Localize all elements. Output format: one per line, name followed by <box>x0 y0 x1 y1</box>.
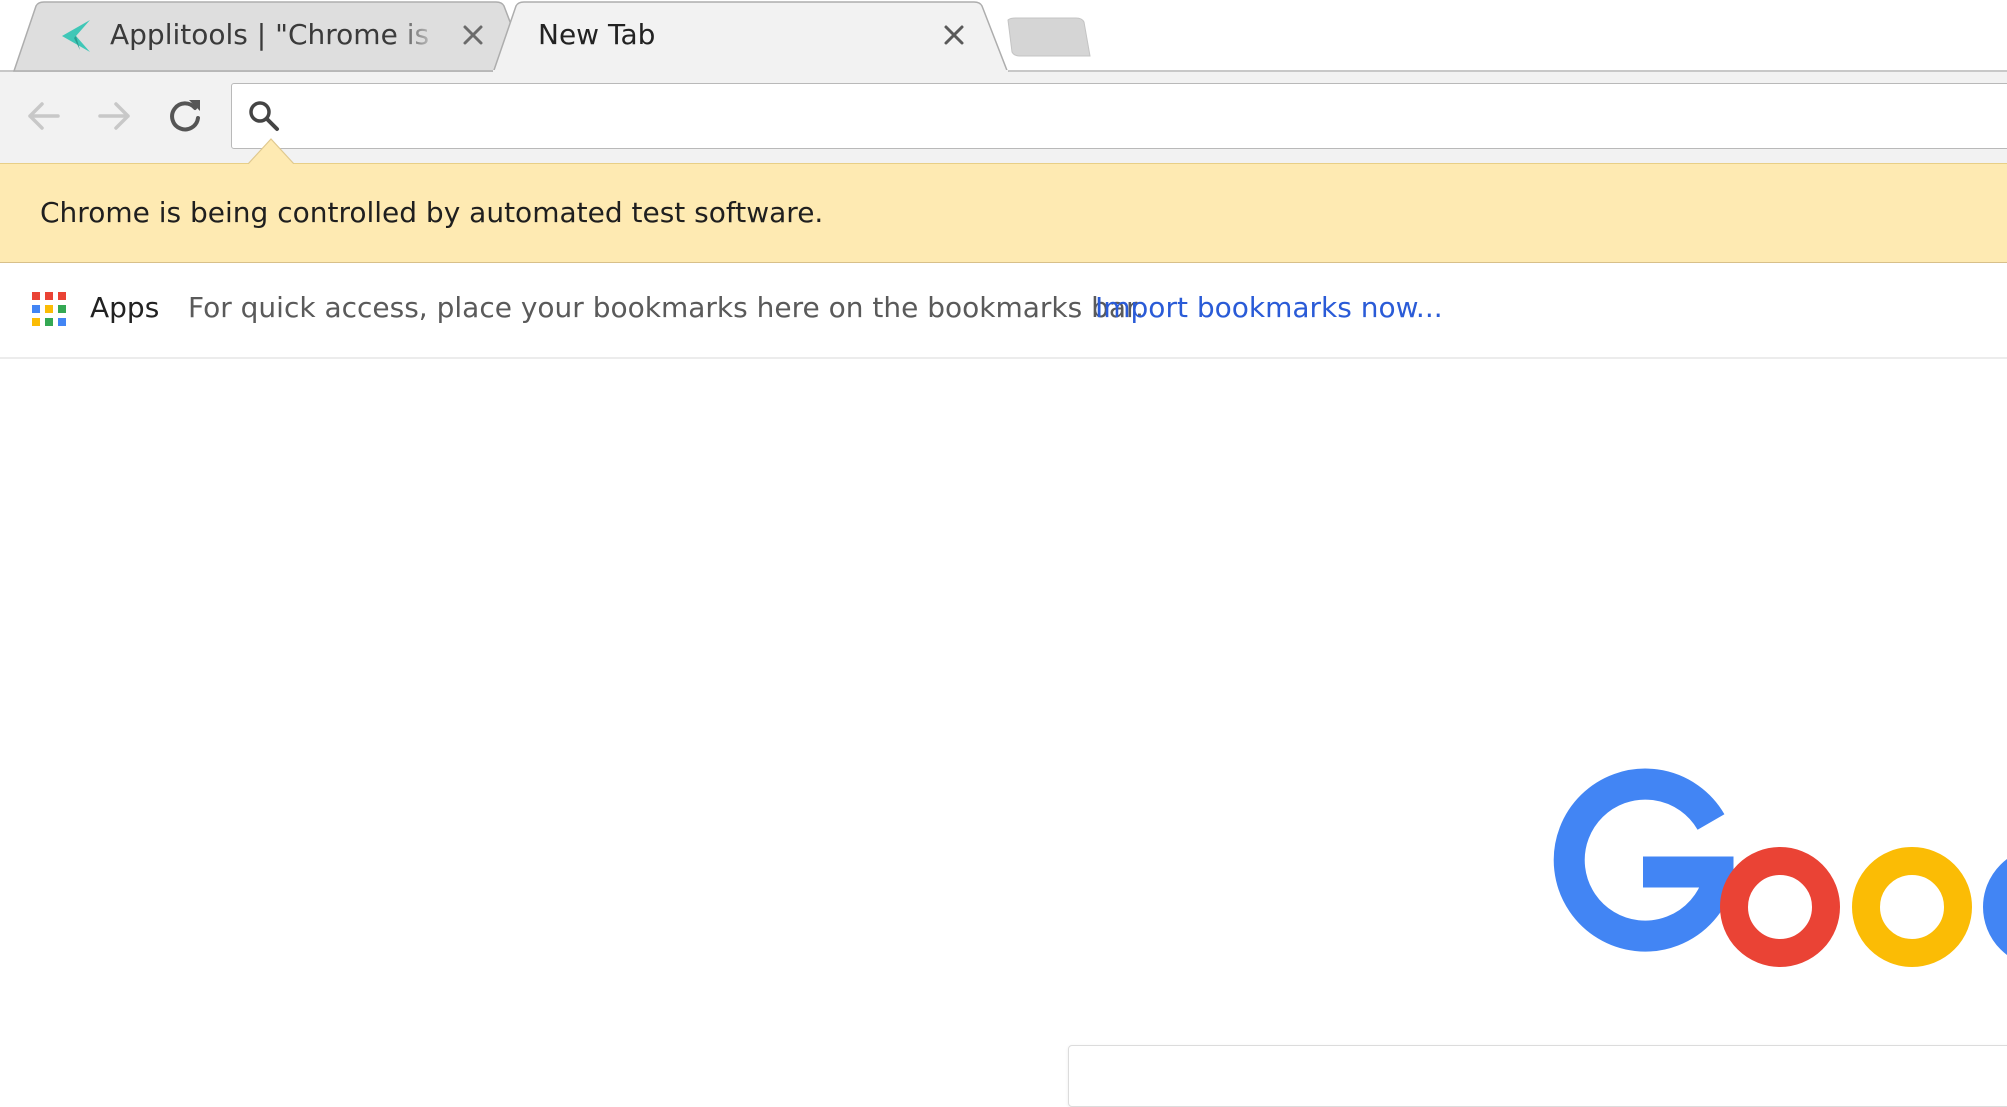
bookmarks-bar: Apps For quick access, place your bookma… <box>0 263 2007 359</box>
new-tab-page <box>0 359 2007 1107</box>
tab-applitools-title[interactable]: Applitools | "Chrome is being controlled… <box>110 17 440 53</box>
import-bookmarks-link[interactable]: Import bookmarks now... <box>1095 291 1443 324</box>
applitools-icon <box>62 20 90 52</box>
search-icon <box>249 101 279 131</box>
forward-arrow-icon[interactable] <box>94 96 134 136</box>
omnibox[interactable] <box>231 83 2007 149</box>
reload-icon[interactable] <box>165 96 205 136</box>
google-logo-g <box>1553 768 1734 952</box>
infobar-arrow <box>248 138 294 164</box>
toolbar <box>0 72 2007 163</box>
tab-strip: Applitools | "Chrome is being controlled… <box>0 0 2007 72</box>
back-arrow-icon[interactable] <box>24 96 64 136</box>
automation-infobar: Chrome is being controlled by automated … <box>0 163 2007 263</box>
tab-new-tab-close-icon[interactable] <box>941 22 967 48</box>
ntp-search-box[interactable] <box>1068 1045 2007 1107</box>
tab-new-tab-title[interactable]: New Tab <box>538 17 878 53</box>
apps-shortcut[interactable]: Apps <box>90 291 159 324</box>
omnibox-input[interactable] <box>294 94 1998 140</box>
google-logo-o-yellow <box>1852 847 1972 967</box>
apps-grid-icon[interactable] <box>32 292 66 326</box>
infobar-message: Chrome is being controlled by automated … <box>40 196 824 229</box>
new-tab-button[interactable] <box>1007 17 1091 57</box>
google-logo-g2 <box>1983 859 2007 955</box>
tab-applitools-close-icon[interactable] <box>460 22 486 48</box>
bookmarks-hint: For quick access, place your bookmarks h… <box>188 291 1144 324</box>
google-logo-o-red <box>1720 847 1840 967</box>
google-logo <box>1553 768 2007 967</box>
